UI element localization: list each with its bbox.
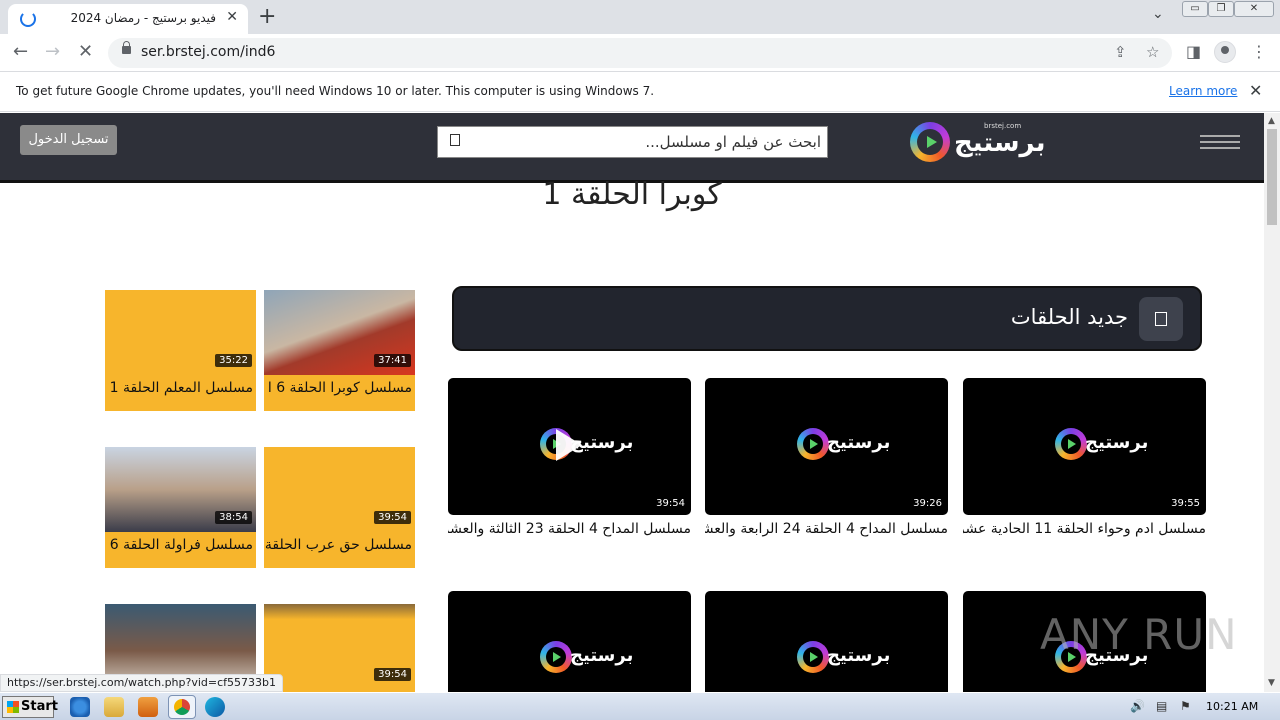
tab-strip: فيديو برستيج - رمضان 2024 ✕ + ⌄ ▭ ❐ ✕ <box>0 0 1280 34</box>
back-arrow-icon[interactable]: ← <box>13 41 28 62</box>
url-text[interactable]: ser.brstej.com/ind6 <box>141 44 275 60</box>
stop-loading-icon[interactable]: ✕ <box>78 41 93 62</box>
scroll-up-arrow-icon[interactable]: ▲ <box>1268 116 1275 126</box>
share-icon[interactable]: ⇪ <box>1114 43 1127 61</box>
sidebar-video-title[interactable]: مسلسل فراولة الحلقة 6 <box>105 537 256 557</box>
sidebar-video-card[interactable]: 37:41 مسلسل كوبرا الحلقة 6 ا <box>264 290 415 411</box>
learn-more-link[interactable]: Learn more <box>1169 84 1237 98</box>
sidebar-video-title[interactable]: مسلسل كوبرا الحلقة 6 ا <box>264 380 415 400</box>
video-thumbnail[interactable]: برستيج <box>705 591 948 692</box>
tab-close-icon[interactable]: ✕ <box>226 9 238 25</box>
sidebar-duration: 37:41 <box>374 354 411 367</box>
menu-kebab-icon[interactable]: ⋮ <box>1251 42 1267 61</box>
video-card[interactable]: برستيج <box>705 591 948 692</box>
bookmark-star-icon[interactable]: ☆ <box>1146 43 1159 61</box>
search-input[interactable]: ابحث عن فيلم او مسلسل... <box>437 126 828 158</box>
sidebar-duration: 39:54 <box>374 668 411 681</box>
video-thumbnail[interactable]: برستيج 39:54 <box>448 378 691 515</box>
video-thumbnail[interactable]: برستيج 39:55 <box>963 378 1206 515</box>
taskbar-clock[interactable]: 10:21 AM <box>1206 700 1258 713</box>
sidebar-video-card[interactable]: 39:54 مسلسل حق عرب الحلقة <box>264 447 415 568</box>
flag-icon[interactable]: ⚑ <box>1180 699 1191 713</box>
explorer-folder-icon[interactable] <box>104 697 124 717</box>
video-thumbnail[interactable]: برستيج 39:26 <box>705 378 948 515</box>
video-card[interactable]: برستيج <box>448 591 691 692</box>
section-title: جديد الحلقات <box>1010 305 1128 329</box>
video-card[interactable]: برستيج 39:54 مسلسل المداح 4 الحلقة 23 ال… <box>448 378 691 541</box>
sidebar-video-card[interactable]: 38:54 مسلسل فراولة الحلقة 6 <box>105 447 256 568</box>
video-duration: 39:54 <box>656 498 685 509</box>
video-duration: 39:26 <box>913 498 942 509</box>
thumbnail-logo: برستيج <box>797 641 890 677</box>
search-icon[interactable] <box>450 134 460 146</box>
thumbnail-logo: برستيج <box>797 428 890 464</box>
thumbnail-logo: برستيج <box>540 641 633 677</box>
sidebar-video-card[interactable]: 35:22 مسلسل المعلم الحلقة 1 <box>105 290 256 411</box>
video-title[interactable]: مسلسل المداح 4 الحلقة 23 الثالثة والعشرو… <box>448 521 691 541</box>
section-icon <box>1139 297 1183 341</box>
sidebar-video-card[interactable]: 39:54 <box>264 604 415 692</box>
page-viewport: تسجيل الدخول ابحث عن فيلم او مسلسل... بر… <box>0 113 1264 692</box>
site-header: تسجيل الدخول ابحث عن فيلم او مسلسل... بر… <box>0 113 1264 183</box>
update-infobar: To get future Google Chrome updates, you… <box>0 72 1280 112</box>
infobar-message: To get future Google Chrome updates, you… <box>16 84 655 98</box>
page-scrollbar[interactable]: ▲ ▼ <box>1264 113 1280 692</box>
minimize-button[interactable]: ▭ <box>1182 1 1208 17</box>
volume-icon[interactable]: 🔊 <box>1130 699 1145 713</box>
video-card[interactable]: برستيج 39:26 مسلسل المداح 4 الحلقة 24 ال… <box>705 378 948 541</box>
site-logo[interactable]: برستيج brstej.com <box>908 119 1045 173</box>
video-thumbnail[interactable]: برستيج <box>448 591 691 692</box>
infobar-close-icon[interactable]: ✕ <box>1249 81 1262 100</box>
hamburger-menu-icon[interactable] <box>1200 135 1240 149</box>
logo-domain: brstej.com <box>984 122 1022 130</box>
tab-title: فيديو برستيج - رمضان 2024 <box>70 11 216 25</box>
chrome-icon <box>174 699 190 715</box>
browser-tab[interactable]: فيديو برستيج - رمضان 2024 ✕ <box>8 4 248 34</box>
network-icon[interactable]: ▤ <box>1156 699 1167 713</box>
new-tab-button[interactable]: + <box>258 4 276 29</box>
logo-text: برستيج <box>954 128 1046 158</box>
restore-button[interactable]: ❐ <box>1208 1 1234 17</box>
video-title[interactable]: مسلسل ادم وحواء الحلقة 11 الحادية عشر <box>963 521 1206 541</box>
video-card[interactable]: برستيج 39:55 مسلسل ادم وحواء الحلقة 11 ا… <box>963 378 1206 541</box>
status-url-bubble: https://ser.brstej.com/watch.php?vid=cf5… <box>0 674 284 692</box>
side-panel-icon[interactable]: ◨ <box>1186 42 1201 61</box>
windows-taskbar: Start 🔊 ▤ ⚑ 10:21 AM <box>0 692 1280 720</box>
browser-toolbar: ← → ✕ ser.brstej.com/ind6 ⇪ ☆ ◨ ⋮ <box>0 34 1280 72</box>
forward-arrow-icon[interactable]: → <box>45 41 60 62</box>
sidebar-duration: 39:54 <box>374 511 411 524</box>
lock-icon[interactable] <box>122 41 131 54</box>
video-duration: 39:55 <box>1171 498 1200 509</box>
ie-icon[interactable] <box>70 697 90 717</box>
profile-avatar[interactable] <box>1214 41 1236 63</box>
edge-icon[interactable] <box>205 697 225 717</box>
tab-search-chevron-icon[interactable]: ⌄ <box>1152 6 1164 22</box>
login-button[interactable]: تسجيل الدخول <box>20 125 117 155</box>
close-window-button[interactable]: ✕ <box>1234 1 1274 17</box>
sidebar-video-title[interactable]: مسلسل حق عرب الحلقة <box>264 537 415 557</box>
section-header: جديد الحلقات <box>452 286 1202 351</box>
sidebar-video-title[interactable]: مسلسل المعلم الحلقة 1 <box>105 380 256 400</box>
video-title[interactable]: مسلسل المداح 4 الحلقة 24 الرابعة والعشرو… <box>705 521 948 541</box>
search-placeholder: ابحث عن فيلم او مسلسل... <box>645 133 821 151</box>
anyrun-watermark: ANY RUN <box>1040 610 1238 659</box>
address-bar[interactable]: ser.brstej.com/ind6 ⇪ ☆ <box>108 38 1172 68</box>
logo-play-icon <box>927 136 937 148</box>
scrollbar-thumb[interactable] <box>1267 129 1277 225</box>
loading-spinner-icon <box>20 11 36 27</box>
play-icon[interactable] <box>556 429 582 461</box>
start-button[interactable]: Start <box>2 696 58 718</box>
scroll-down-arrow-icon[interactable]: ▼ <box>1268 678 1275 688</box>
thumbnail-logo: برستيج <box>1055 428 1148 464</box>
media-player-icon[interactable] <box>138 697 158 717</box>
page-title: كوبرا الحلقة 1 <box>542 177 722 212</box>
sidebar-duration: 35:22 <box>215 354 252 367</box>
chrome-taskbar-button[interactable] <box>168 695 196 719</box>
sidebar-duration: 38:54 <box>215 511 252 524</box>
